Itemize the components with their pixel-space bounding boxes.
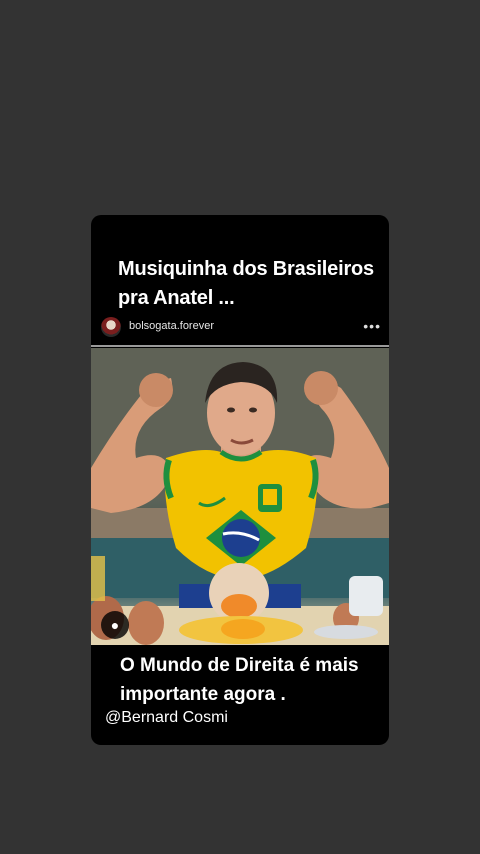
more-horizontal-icon[interactable]: ••• bbox=[363, 318, 381, 334]
post-image[interactable]: ● bbox=[91, 348, 389, 645]
story-title: Musiquinha dos Brasileiros pra Anatel ..… bbox=[118, 258, 374, 309]
divider bbox=[91, 345, 389, 347]
story-caption: O Mundo de Direita é mais importante ago… bbox=[120, 655, 359, 705]
story-credit: @Bernard Cosmi bbox=[105, 709, 228, 726]
person-tag-icon[interactable]: ● bbox=[101, 611, 129, 639]
post-image-illustration bbox=[91, 348, 389, 645]
post-header: bolsogata.forever ••• bbox=[91, 315, 389, 343]
story-card: Musiquinha dos Brasileiros pra Anatel ..… bbox=[91, 215, 389, 745]
post-username[interactable]: bolsogata.forever bbox=[129, 320, 214, 332]
avatar[interactable] bbox=[101, 317, 121, 337]
